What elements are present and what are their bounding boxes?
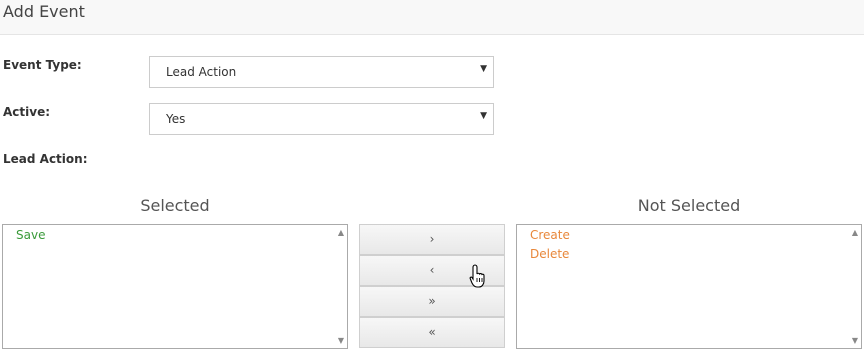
- lead-action-label: Lead Action:: [3, 152, 88, 166]
- event-type-select[interactable]: Lead Action ▼: [149, 56, 494, 88]
- not-selected-list-item[interactable]: Create: [530, 228, 570, 242]
- selected-list-item[interactable]: Save: [16, 228, 45, 242]
- scroll-up-icon[interactable]: ▲: [338, 228, 344, 237]
- move-all-left-button[interactable]: «: [359, 317, 505, 348]
- scroll-down-icon[interactable]: ▼: [852, 336, 858, 345]
- dropdown-caret-icon: ▼: [480, 111, 487, 121]
- selected-scrollbar[interactable]: ▲ ▼: [333, 225, 347, 348]
- dialog-header: Add Event: [0, 0, 864, 35]
- dialog-title: Add Event: [3, 2, 85, 21]
- event-type-label: Event Type:: [3, 58, 82, 72]
- selected-listbox[interactable]: Save ▲ ▼: [2, 224, 348, 349]
- move-all-right-button[interactable]: »: [359, 286, 505, 317]
- not-selected-scrollbar[interactable]: ▲ ▼: [847, 225, 861, 348]
- not-selected-listbox[interactable]: Create Delete ▲ ▼: [516, 224, 862, 349]
- selected-heading: Selected: [140, 196, 210, 215]
- dropdown-caret-icon: ▼: [480, 64, 487, 74]
- move-right-button[interactable]: ›: [359, 224, 505, 255]
- scroll-up-icon[interactable]: ▲: [852, 228, 858, 237]
- scroll-down-icon[interactable]: ▼: [338, 336, 344, 345]
- hand-cursor-icon: [469, 264, 485, 288]
- active-label: Active:: [3, 105, 51, 119]
- active-value: Yes: [166, 112, 186, 126]
- not-selected-list-item[interactable]: Delete: [530, 247, 569, 261]
- active-select[interactable]: Yes ▼: [149, 103, 494, 135]
- event-type-value: Lead Action: [166, 65, 237, 79]
- not-selected-heading: Not Selected: [637, 196, 741, 215]
